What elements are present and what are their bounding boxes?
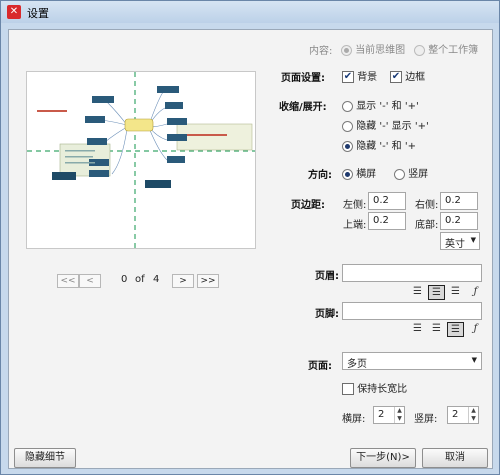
footer-label: 页脚: [315, 309, 339, 320]
footer-align-right-button[interactable]: ☰ [447, 322, 464, 337]
page-label: 页面: [308, 361, 332, 372]
content-label: 内容: [309, 46, 333, 57]
header-font-button[interactable]: ƒ [467, 285, 484, 300]
left-margin-label: 左侧: [343, 200, 367, 211]
header-align-left-button[interactable]: ☰ [409, 285, 426, 300]
xmind-icon: ✕ [7, 5, 21, 19]
collapse-option-hide-both[interactable]: 隐藏 '-' 和 '+ [342, 137, 416, 152]
right-margin-input[interactable]: 0.2 [440, 192, 478, 210]
radio-workbook[interactable] [414, 44, 425, 56]
landscape-count-label: 横屏: [342, 414, 366, 425]
landscape-count-spinner[interactable]: 2 ▲ ▼ [373, 406, 405, 424]
orientation-portrait[interactable]: 竖屏 [394, 165, 428, 180]
radio-hide-minus[interactable] [342, 120, 353, 132]
right-margin-label: 右侧: [415, 200, 439, 211]
bottom-margin-input[interactable]: 0.2 [440, 212, 478, 230]
header-align-center-button[interactable]: ☰ [428, 285, 445, 300]
orientation-landscape[interactable]: 横屏 [342, 165, 376, 180]
keep-ratio-checkbox[interactable] [342, 383, 354, 395]
radio-current-map[interactable] [341, 44, 352, 56]
spinner-arrows-icon[interactable]: ▲ ▼ [394, 407, 404, 423]
total-pages: 4 [153, 274, 160, 285]
header-label: 页眉: [315, 271, 339, 282]
unit-select[interactable]: 英寸 ▼ [440, 232, 480, 250]
mindmap-preview-image [27, 72, 255, 248]
cancel-button[interactable]: 取消 [422, 448, 488, 468]
content-option-workbook[interactable]: 整个工作簿 [414, 41, 478, 56]
content-option-current-map[interactable]: 当前思维图 [341, 41, 405, 56]
radio-landscape[interactable] [342, 168, 353, 180]
margins-label: 页边距: [291, 200, 325, 211]
prev-page-button[interactable]: < [79, 274, 101, 288]
collapse-label: 收缩/展开: [279, 102, 327, 113]
collapse-option-show[interactable]: 显示 '-' 和 '+' [342, 97, 419, 112]
spinner-arrows-icon[interactable]: ▲ ▼ [468, 407, 478, 423]
page-of-label: of [135, 274, 145, 285]
settings-dialog: ✕ 设置 << < 0 of 4 > >> 内容: 当前思维图 整个工作簿 页面… [0, 0, 500, 475]
top-margin-input[interactable]: 0.2 [368, 212, 406, 230]
radio-hide-both[interactable] [342, 140, 353, 152]
chevron-down-icon: ▼ [471, 356, 477, 364]
left-margin-input[interactable]: 0.2 [368, 192, 406, 210]
portrait-count-label: 竖屏: [414, 414, 438, 425]
border-checkbox[interactable]: ✔ [390, 71, 402, 83]
title-bar: ✕ 设置 [1, 1, 499, 23]
radio-show-both[interactable] [342, 100, 353, 112]
orientation-label: 方向: [308, 170, 332, 181]
dialog-body: << < 0 of 4 > >> 内容: 当前思维图 整个工作簿 页面设置: ✔… [8, 29, 493, 469]
keep-ratio-row[interactable]: 保持长宽比 [342, 380, 407, 395]
footer-align-center-button[interactable]: ☰ [428, 322, 445, 337]
chevron-down-icon: ▼ [470, 236, 476, 244]
next-page-button[interactable]: > [172, 274, 194, 288]
bottom-margin-label: 底部: [415, 220, 439, 231]
footer-align-left-button[interactable]: ☰ [409, 322, 426, 337]
radio-portrait[interactable] [394, 168, 405, 180]
print-preview [26, 71, 256, 249]
collapse-option-hide-minus[interactable]: 隐藏 '-' 显示 '+' [342, 117, 429, 132]
page-settings-label: 页面设置: [281, 73, 325, 84]
page-mode-select[interactable]: 多页 ▼ [342, 352, 482, 370]
border-checkbox-row[interactable]: ✔ 边框 [390, 68, 425, 83]
top-margin-label: 上端: [343, 220, 367, 231]
background-checkbox-row[interactable]: ✔ 背景 [342, 68, 377, 83]
background-checkbox[interactable]: ✔ [342, 71, 354, 83]
portrait-count-spinner[interactable]: 2 ▲ ▼ [447, 406, 479, 424]
header-input[interactable] [342, 264, 482, 282]
header-align-right-button[interactable]: ☰ [447, 285, 464, 300]
last-page-button[interactable]: >> [197, 274, 219, 288]
footer-font-button[interactable]: ƒ [467, 322, 484, 337]
footer-input[interactable] [342, 302, 482, 320]
first-page-button[interactable]: << [57, 274, 79, 288]
window-title: 设置 [27, 7, 49, 20]
next-button[interactable]: 下一步(N)> [350, 448, 416, 468]
current-page: 0 [121, 274, 128, 285]
hide-details-button[interactable]: 隐藏细节 [14, 448, 76, 468]
